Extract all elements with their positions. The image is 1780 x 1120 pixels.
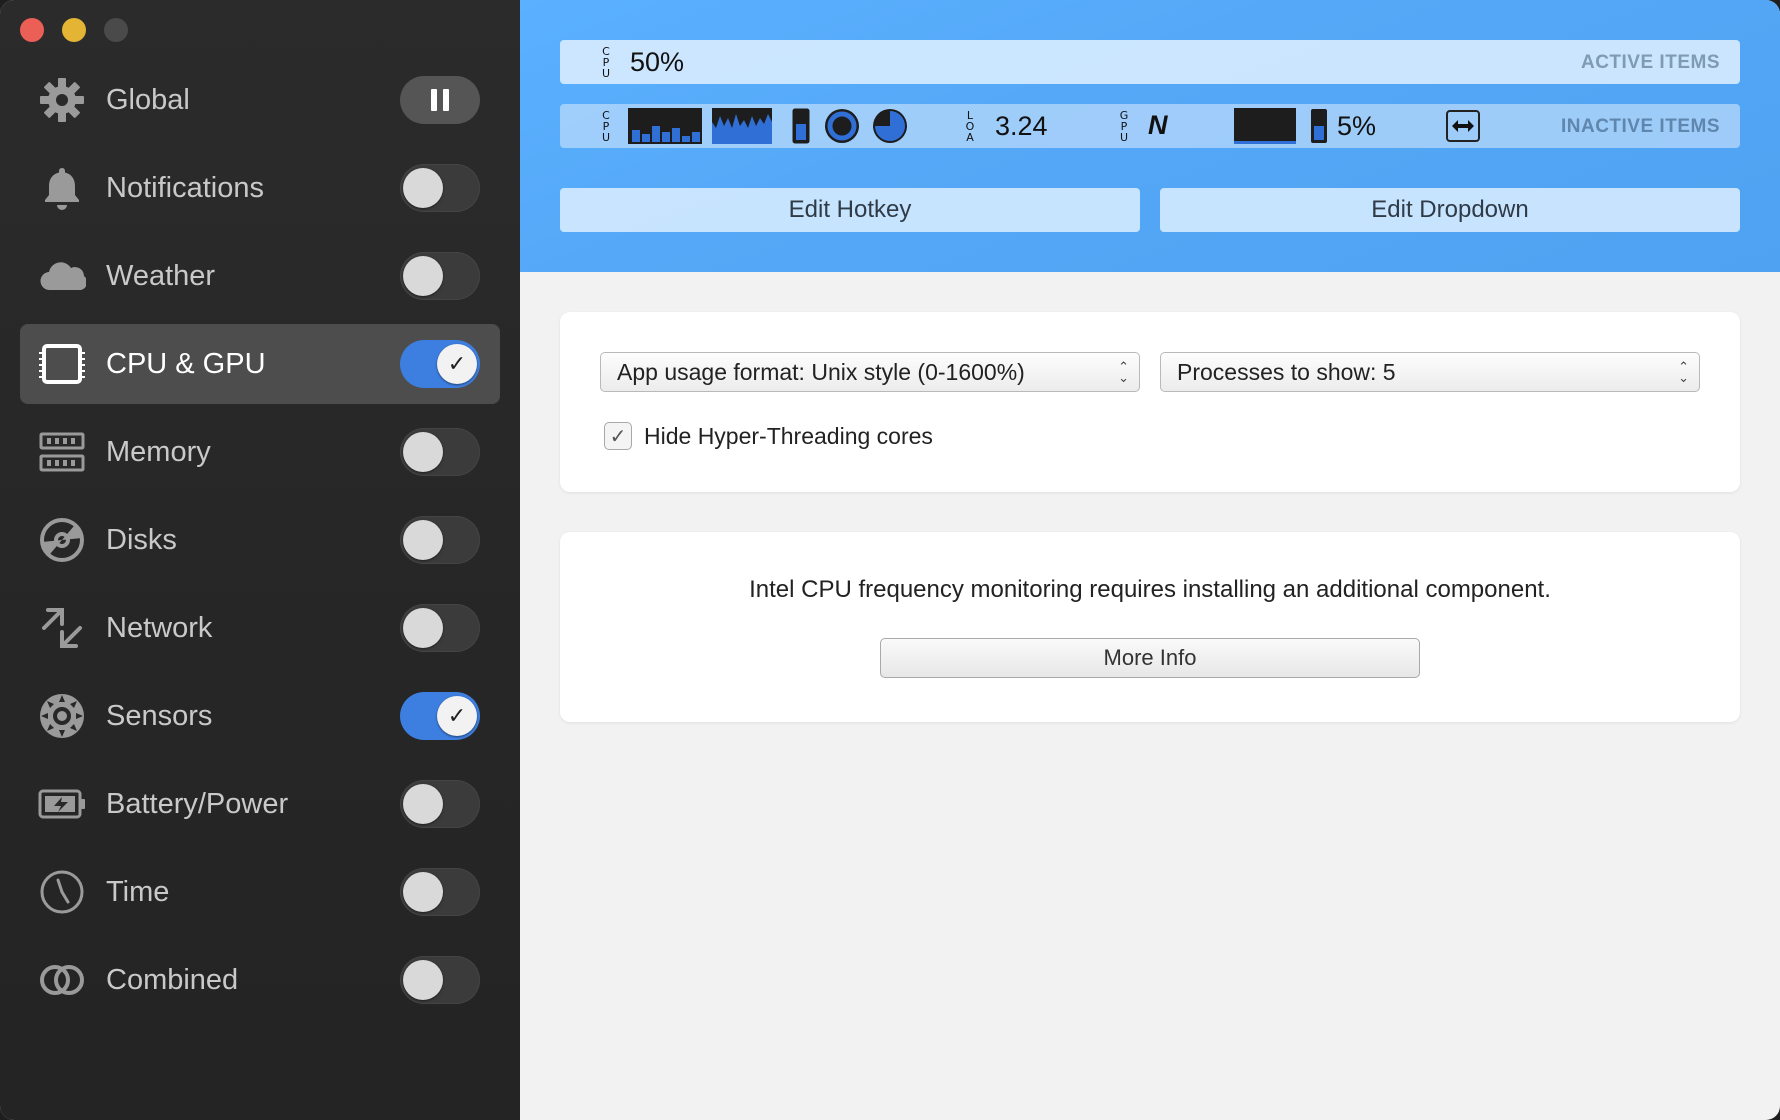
- sidebar-item-notifications[interactable]: Notifications: [20, 148, 500, 228]
- cpu-frequency-info-card: Intel CPU frequency monitoring requires …: [560, 532, 1740, 722]
- app-window: Global Notifications Weather CPU & GPU ✓…: [0, 0, 1780, 1120]
- cpu-history-graph-item[interactable]: [712, 108, 772, 144]
- toggle-knob: [403, 432, 443, 472]
- memory-toggle[interactable]: [400, 428, 480, 476]
- bell-icon: [38, 164, 86, 212]
- minimize-window-button[interactable]: [62, 18, 86, 42]
- sidebar-item-label: Notifications: [106, 172, 264, 204]
- checkmark-icon: ✓: [437, 344, 477, 384]
- toggle-knob: [403, 872, 443, 912]
- sidebar-item-battery-power[interactable]: Battery/Power: [20, 764, 500, 844]
- sidebar-item-label: Sensors: [106, 700, 213, 732]
- sensors-toggle[interactable]: ✓: [400, 692, 480, 740]
- sidebar-item-label: Disks: [106, 524, 177, 556]
- cloud-icon: [38, 252, 86, 300]
- toggle-knob: [403, 256, 443, 296]
- sidebar-item-network[interactable]: Network: [20, 588, 500, 668]
- gpu-percent-item[interactable]: 5%: [1337, 111, 1376, 142]
- cpu-gpu-toggle[interactable]: ✓: [400, 340, 480, 388]
- toggle-knob: [403, 168, 443, 208]
- more-info-button[interactable]: More Info: [880, 638, 1420, 678]
- sidebar-item-label: Network: [106, 612, 213, 644]
- close-window-button[interactable]: [20, 18, 44, 42]
- updown-chevron-icon: ⌃ ⌄: [1118, 359, 1129, 385]
- inactive-items-bar[interactable]: CPU L O A 3.24 G P U N 5% INACTIVE ITEMS: [560, 104, 1740, 148]
- sidebar-item-global[interactable]: Global: [20, 60, 500, 140]
- zoom-window-button[interactable]: [104, 18, 128, 42]
- inactive-items-tag: INACTIVE ITEMS: [1560, 116, 1720, 137]
- notifications-toggle[interactable]: [400, 164, 480, 212]
- disks-toggle[interactable]: [400, 516, 480, 564]
- cpu-pie-item[interactable]: [870, 106, 910, 146]
- sidebar-item-sensors[interactable]: Sensors ✓: [20, 676, 500, 756]
- cpu-percent-item[interactable]: 50%: [630, 47, 684, 78]
- sidebar-item-label: Time: [106, 876, 170, 908]
- pause-icon: [443, 89, 449, 111]
- sidebar-item-time[interactable]: Time: [20, 852, 500, 932]
- checkmark-icon: ✓: [437, 696, 477, 736]
- pause-button[interactable]: [400, 76, 480, 124]
- window-controls: [20, 18, 128, 42]
- sidebar-nav: Global Notifications Weather CPU & GPU ✓…: [20, 60, 500, 1028]
- menubar-items-header: CPU 50% ACTIVE ITEMS CPU L O A 3.24 G P …: [520, 0, 1780, 272]
- toggle-knob: [403, 520, 443, 560]
- toggle-knob: [403, 608, 443, 648]
- clock-icon: [38, 868, 86, 916]
- sidebar-item-label: CPU & GPU: [106, 348, 266, 380]
- rings-icon: [38, 956, 86, 1004]
- gpu-level-meter-item[interactable]: [1310, 108, 1328, 144]
- sidebar: Global Notifications Weather CPU & GPU ✓…: [0, 0, 520, 1120]
- hide-hyperthreading-checkbox[interactable]: ✓: [604, 422, 632, 450]
- active-items-tag: ACTIVE ITEMS: [1580, 52, 1720, 73]
- network-arrows-icon: [38, 604, 86, 652]
- nvidia-gpu-item[interactable]: N: [1148, 110, 1168, 141]
- gear-icon: [38, 76, 86, 124]
- sidebar-item-label: Memory: [106, 436, 211, 468]
- load-vertical-label: LOA: [965, 109, 975, 144]
- cpu-settings-card: App usage format: Unix style (0-1600%) ⌃…: [560, 312, 1740, 492]
- cpu-level-meter-item[interactable]: [792, 108, 810, 144]
- sidebar-item-label: Combined: [106, 964, 239, 996]
- memory-icon: [38, 428, 86, 476]
- gpu-vertical-label: GPU: [1119, 109, 1129, 144]
- time-toggle[interactable]: [400, 868, 480, 916]
- battery-icon: [38, 780, 86, 828]
- edit-dropdown-button[interactable]: Edit Dropdown: [1160, 188, 1740, 232]
- load-average-item[interactable]: 3.24: [995, 111, 1048, 142]
- sidebar-item-disks[interactable]: Disks: [20, 500, 500, 580]
- sidebar-item-cpu-gpu[interactable]: CPU & GPU ✓: [20, 324, 500, 404]
- sidebar-item-label: Battery/Power: [106, 788, 289, 820]
- sidebar-item-label: Global: [106, 84, 190, 116]
- sidebar-item-label: Weather: [106, 260, 216, 292]
- app-usage-format-value: App usage format: Unix style (0-1600%): [617, 358, 1025, 385]
- chip-icon: [38, 340, 86, 388]
- pause-icon: [431, 89, 437, 111]
- app-usage-format-select[interactable]: App usage format: Unix style (0-1600%) ⌃…: [600, 352, 1140, 392]
- battery-power-toggle[interactable]: [400, 780, 480, 828]
- edit-hotkey-button[interactable]: Edit Hotkey: [560, 188, 1140, 232]
- sidebar-item-weather[interactable]: Weather: [20, 236, 500, 316]
- toggle-knob: [403, 960, 443, 1000]
- sidebar-item-combined[interactable]: Combined: [20, 940, 500, 1020]
- frequency-info-message: Intel CPU frequency monitoring requires …: [749, 576, 1551, 603]
- active-items-bar[interactable]: CPU 50% ACTIVE ITEMS: [560, 40, 1740, 84]
- gpu-graph-item[interactable]: [1234, 108, 1296, 144]
- network-toggle[interactable]: [400, 604, 480, 652]
- weather-toggle[interactable]: [400, 252, 480, 300]
- hide-hyperthreading-label: Hide Hyper-Threading cores: [644, 422, 933, 449]
- cpu-vertical-label: CPU: [601, 45, 611, 80]
- spacer-arrows-icon[interactable]: [1446, 110, 1480, 142]
- cpu-bar-graph-item[interactable]: [628, 108, 702, 144]
- fan-icon: [38, 692, 86, 740]
- cpu-vertical-label: CPU: [601, 109, 611, 144]
- processes-to-show-value: Processes to show: 5: [1177, 358, 1396, 385]
- disk-icon: [38, 516, 86, 564]
- processes-to-show-select[interactable]: Processes to show: 5 ⌃ ⌄: [1160, 352, 1700, 392]
- updown-chevron-icon: ⌃ ⌄: [1678, 359, 1689, 385]
- sidebar-item-memory[interactable]: Memory: [20, 412, 500, 492]
- cpu-ring-gauge-item[interactable]: [822, 106, 862, 146]
- combined-toggle[interactable]: [400, 956, 480, 1004]
- toggle-knob: [403, 784, 443, 824]
- hide-hyperthreading-row[interactable]: ✓ Hide Hyper-Threading cores: [604, 422, 933, 450]
